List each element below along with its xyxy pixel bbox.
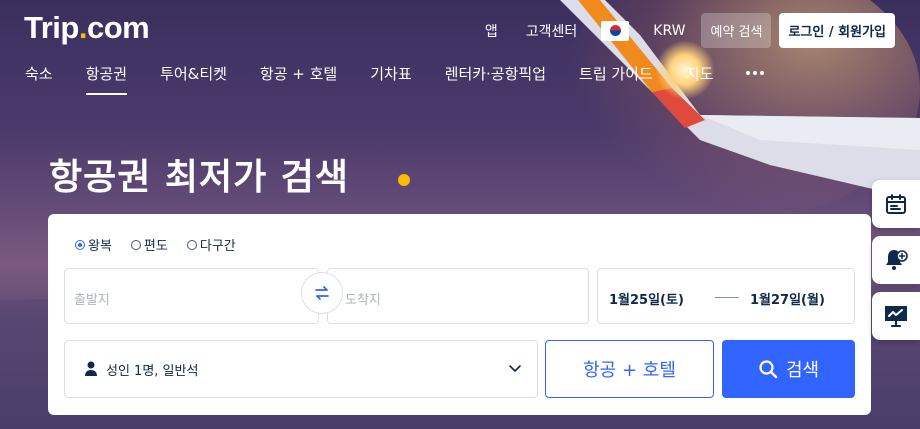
search-icon	[759, 360, 778, 379]
taegeuk-symbol	[609, 25, 621, 36]
depart-date[interactable]: 1월25일(토)	[609, 289, 684, 308]
trip-type-label: 다구간	[199, 239, 236, 254]
bell-plus-icon	[886, 250, 908, 270]
more-dots-icon[interactable]	[746, 71, 765, 75]
destination-field[interactable]: 도착지	[327, 268, 589, 324]
nav-item-map[interactable]: 지도	[686, 63, 714, 92]
main-nav: 숙소 항공권 투어&티켓 항공 + 호텔 기차표 렌터카·공항픽업 트립 가이드…	[25, 63, 765, 95]
trip-type-group: 왕복 편도 다구간	[75, 235, 236, 254]
support-link[interactable]: 고객센터	[526, 21, 578, 41]
title-dot	[398, 174, 410, 186]
nav-item-car-rental[interactable]: 렌터카·공항픽업	[445, 63, 546, 92]
chart-board-icon	[885, 306, 907, 327]
flight-search-card: 왕복 편도 다구간 출발지 도착지 1월25일(토) 1월27일(월) 성인 1…	[48, 214, 871, 415]
calendar-icon	[886, 194, 906, 214]
currency-selector[interactable]: KRW	[653, 23, 685, 39]
origin-field[interactable]: 출발지	[64, 268, 319, 324]
calendar-widget-button[interactable]	[872, 180, 920, 228]
logo-tail: com	[86, 10, 150, 45]
login-button[interactable]: 로그인 / 회원가입	[779, 13, 895, 48]
search-button[interactable]: 검색	[722, 340, 855, 398]
destination-placeholder: 도착지	[345, 293, 381, 308]
chevron-down-icon	[509, 365, 521, 372]
trip-type-oneway[interactable]: 편도	[130, 235, 168, 254]
top-nav: 앱 고객센터 KRW 예약 검색 로그인 / 회원가입	[471, 13, 895, 48]
trip-type-label: 편도	[143, 239, 168, 254]
nav-item-flight-hotel[interactable]: 항공 + 호텔	[260, 63, 337, 92]
date-separator	[715, 297, 739, 298]
nav-item-hotels[interactable]: 숙소	[25, 63, 53, 92]
swap-button[interactable]	[301, 272, 343, 314]
korea-flag-icon[interactable]	[601, 20, 630, 41]
search-button-label: 검색	[785, 360, 820, 381]
trip-type-label: 왕복	[88, 239, 112, 254]
app-link[interactable]: 앱	[485, 21, 498, 41]
swap-arrows-icon	[315, 286, 329, 300]
nav-item-trip-guide[interactable]: 트립 가이드	[579, 63, 653, 92]
price-trend-button[interactable]	[872, 292, 920, 340]
price-alert-button[interactable]	[872, 236, 920, 284]
nav-item-tours[interactable]: 투어&티켓	[160, 63, 227, 92]
person-icon	[85, 361, 97, 376]
trip-type-roundtrip[interactable]: 왕복	[75, 235, 112, 254]
passenger-summary: 성인 1명, 일반석	[106, 364, 199, 379]
nav-item-flights[interactable]: 항공권	[85, 63, 128, 95]
date-range-field[interactable]: 1월25일(토) 1월27일(월)	[597, 268, 855, 324]
trip-type-multicity[interactable]: 다구간	[186, 235, 236, 254]
logo-dot: .	[78, 10, 88, 45]
origin-placeholder: 출발지	[74, 293, 110, 308]
logo-main: Trip	[24, 10, 79, 45]
radio-icon[interactable]	[186, 239, 197, 250]
radio-icon[interactable]	[130, 239, 141, 250]
page-title: 항공권 최저가 검색	[49, 157, 350, 198]
nav-item-trains[interactable]: 기차표	[370, 63, 411, 92]
flight-hotel-button[interactable]: 항공 + 호텔	[545, 340, 714, 398]
return-date[interactable]: 1월27일(월)	[750, 289, 825, 308]
hero-banner: Trip.com 앱 고객센터 KRW 예약 검색 로그인 / 회원가입 숙소 …	[0, 0, 920, 429]
logo[interactable]: Trip.com	[24, 10, 150, 46]
reservation-search-button[interactable]: 예약 검색	[701, 13, 772, 48]
passenger-class-select[interactable]: 성인 1명, 일반석	[64, 340, 538, 398]
radio-selected-icon[interactable]	[75, 239, 85, 250]
